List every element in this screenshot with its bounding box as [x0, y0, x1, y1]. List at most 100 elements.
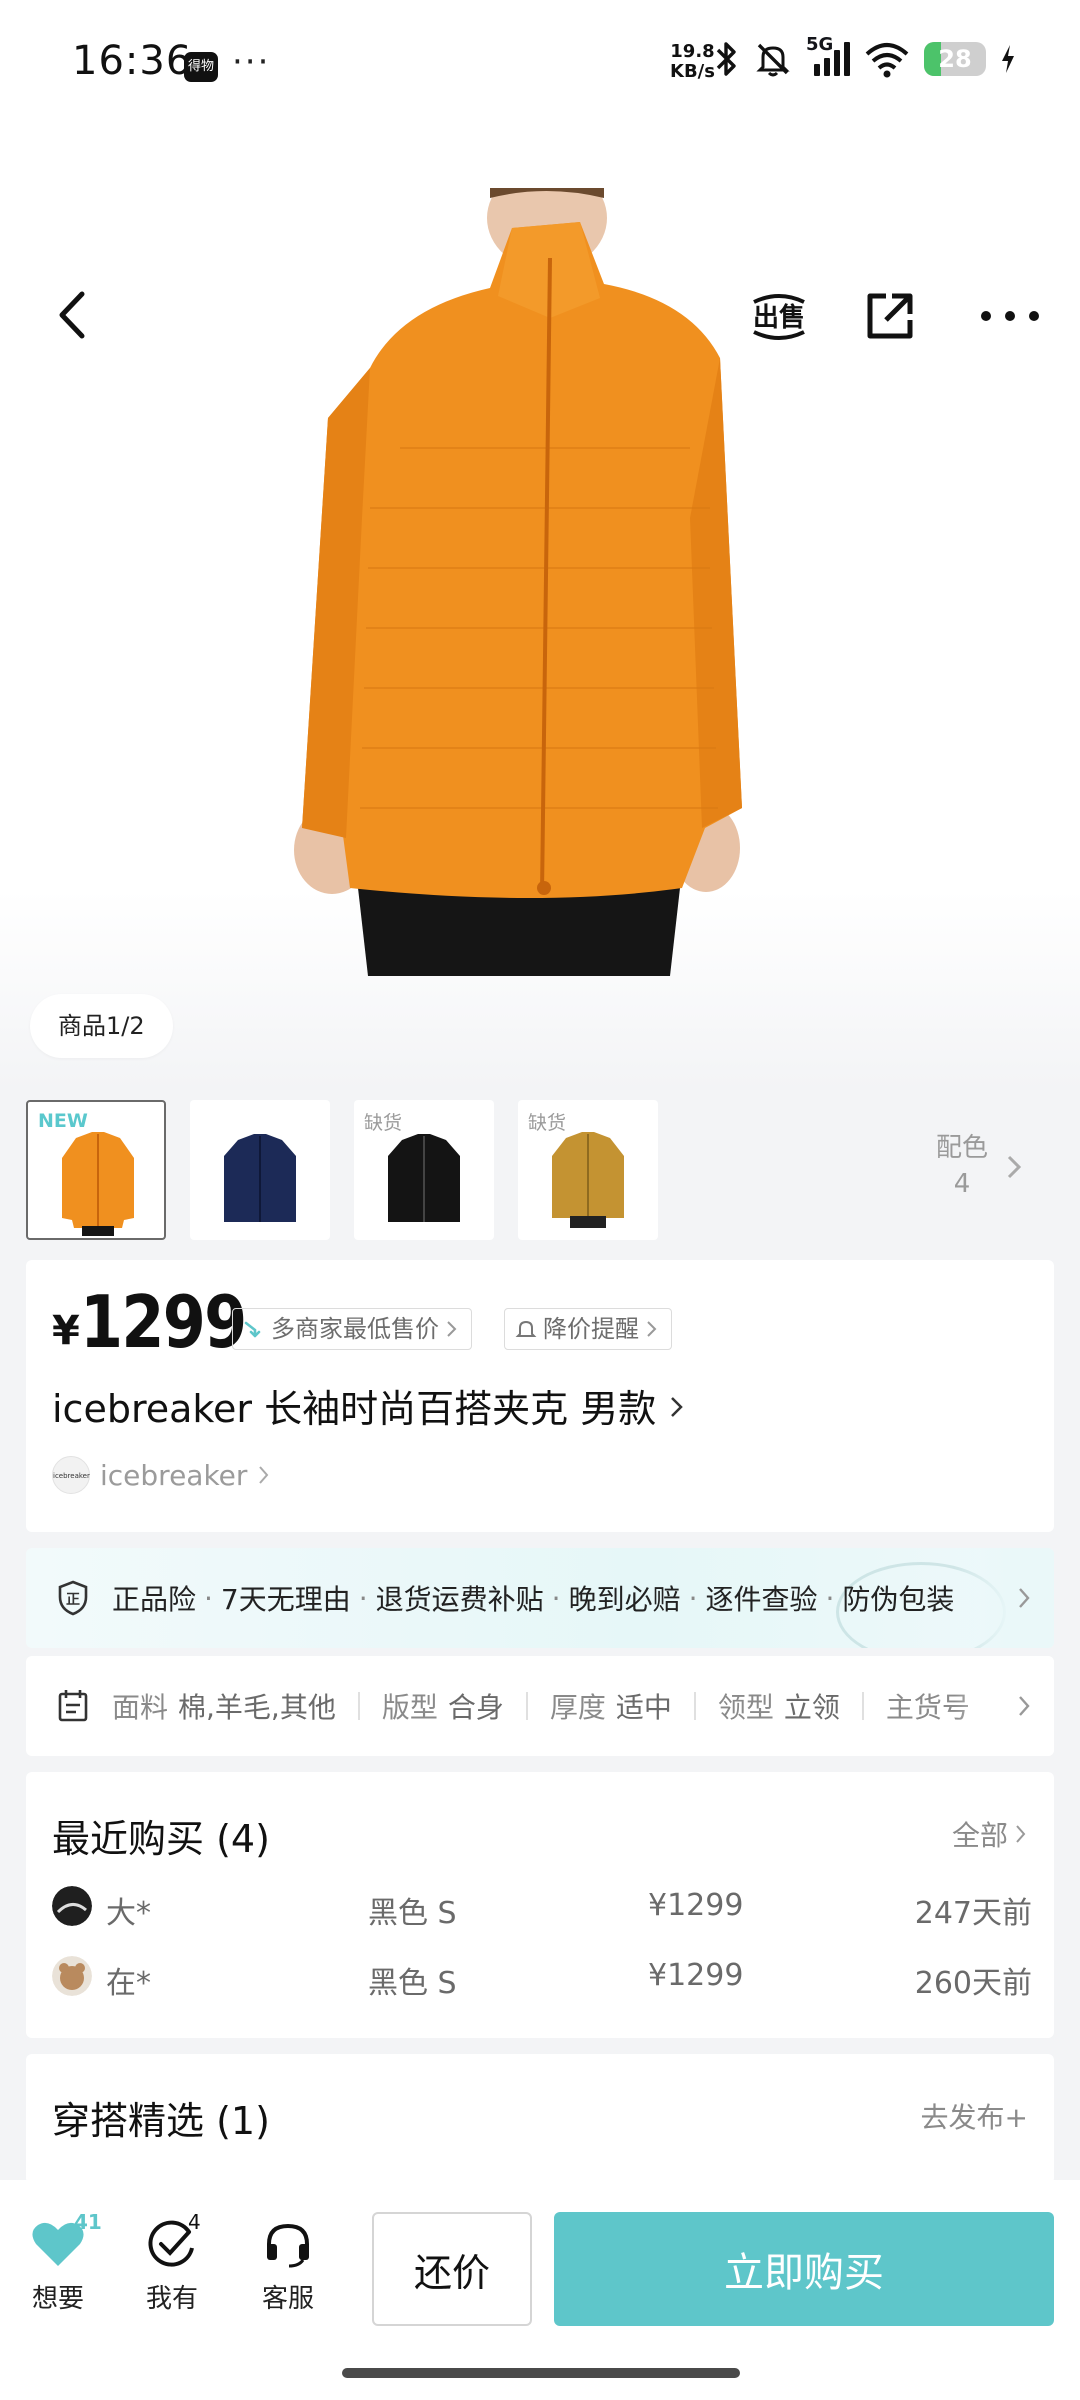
have-button[interactable]: 4 我有: [132, 2210, 212, 2315]
divider: [357, 1692, 360, 1720]
trend-down-icon: [244, 1321, 261, 1338]
color-variant-navy[interactable]: [190, 1100, 330, 1240]
color-variant-black[interactable]: 缺货: [354, 1100, 494, 1240]
product-detail-page: 16:36 得物 ··· 19.8 KB/s 5G 28 出售 商品1/2 NE…: [0, 0, 1080, 2400]
fade-overlay: [954, 1548, 1054, 1648]
guarantee-item: 退货运费补贴: [375, 1583, 544, 1616]
purchase-price: ¥1299: [648, 1958, 744, 1993]
guarantee-item: 晚到必赔: [568, 1583, 681, 1616]
have-count: 4: [188, 2210, 201, 2234]
back-button[interactable]: [48, 280, 98, 350]
network-speed-value: 19.8: [670, 41, 715, 62]
customer-service-button[interactable]: 客服: [248, 2220, 328, 2315]
price-info-card: ¥ 1299 多商家最低售价 降价提醒 icebreaker 长袖时尚百搭夹克 …: [26, 1260, 1054, 1532]
bottom-action-bar: 41 想要 4 我有 客服 还价 立即购买: [0, 2180, 1080, 2400]
more-notifications-icon: ···: [232, 42, 271, 82]
have-label: 我有: [145, 2284, 198, 2314]
product-image-carousel[interactable]: 出售: [0, 132, 1080, 1090]
brand-link[interactable]: icebreaker icebreaker: [52, 1456, 271, 1494]
separator-dot: ·: [551, 1581, 561, 1615]
recent-purchases-title: 最近购买 (4): [52, 1817, 270, 1861]
network-type: 5G: [806, 34, 834, 55]
guarantee-item: 防伪包装: [842, 1583, 955, 1616]
publish-outfit-link[interactable]: 去发布+: [921, 2096, 1028, 2136]
jacket-thumb-icon: [62, 1132, 134, 1236]
view-all-purchases-link[interactable]: 全部: [952, 1814, 1028, 1854]
share-button[interactable]: [862, 288, 918, 344]
jacket-thumb-icon: [388, 1134, 460, 1222]
divider: [525, 1692, 528, 1720]
image-page-indicator: 商品1/2: [30, 994, 173, 1058]
avatar: [52, 1956, 92, 1996]
sell-button[interactable]: 出售: [744, 288, 814, 346]
guarantee-item: 7天无理由: [220, 1583, 351, 1616]
cellular-signal-icon: 5G: [806, 34, 850, 78]
lowest-price-tag[interactable]: 多商家最低售价: [232, 1308, 472, 1350]
product-title[interactable]: icebreaker 长袖时尚百搭夹克 男款: [52, 1378, 686, 1433]
attribute-value: 合身: [447, 1691, 504, 1724]
color-variant-orange[interactable]: NEW: [26, 1100, 166, 1240]
price-alert-label: 降价提醒: [543, 1315, 639, 1343]
attribute-key: 版型: [381, 1691, 438, 1724]
attribute-value: 适中: [615, 1691, 672, 1724]
outfit-title: 穿搭精选 (1): [52, 2099, 270, 2143]
status-icons: 5G 28: [714, 34, 1016, 78]
product-price: 1299: [80, 1280, 247, 1364]
chevron-right-icon: [1019, 1696, 1030, 1716]
network-speed-unit: KB/s: [670, 61, 715, 82]
color-count-label: 配色: [936, 1133, 989, 1163]
bluetooth-icon: [714, 40, 740, 78]
brand-logo: icebreaker: [52, 1456, 90, 1494]
buy-now-button[interactable]: 立即购买: [554, 2212, 1054, 2326]
color-count-value: 4: [953, 1169, 971, 1199]
buyer-name: 大*: [106, 1896, 151, 1931]
purchase-time: 260天前: [914, 1966, 1032, 2001]
product-title-text: icebreaker 长袖时尚百搭夹克 男款: [52, 1387, 657, 1431]
fade-overlay: [954, 1656, 1054, 1756]
guarantee-item: 逐件查验: [705, 1583, 818, 1616]
chevron-right-icon: [1016, 1825, 1026, 1843]
want-button[interactable]: 41 想要: [18, 2210, 102, 2315]
bargain-button[interactable]: 还价: [372, 2212, 532, 2326]
jacket-thumb-icon: [552, 1132, 624, 1228]
recent-purchases-card: 最近购买 (4) 全部 大* 黑色 S ¥1299 247天前 在* 黑色 S …: [26, 1772, 1054, 2038]
purchase-time: 247天前: [914, 1896, 1032, 1931]
divider: [861, 1692, 864, 1720]
color-count-button[interactable]: 配色 4: [936, 1130, 988, 1202]
currency-symbol: ¥: [52, 1308, 80, 1354]
headset-icon: [267, 2223, 309, 2268]
purchase-row: 大* 黑色 S ¥1299 247天前: [52, 1884, 1032, 1931]
chevron-right-icon: [447, 1321, 457, 1337]
purchase-spec: 黑色 S: [368, 1896, 457, 1931]
bell-icon: [515, 1320, 537, 1337]
separator-dot: ·: [688, 1581, 698, 1615]
separator-dot: ·: [358, 1581, 368, 1615]
battery-icon: 28: [924, 42, 986, 76]
service-guarantee-strip[interactable]: 正 正品险 · 7天无理由 · 退货运费补贴 · 晚到必赔 · 逐件查验 · 防…: [26, 1548, 1054, 1648]
buyer-name: 在*: [106, 1966, 151, 2001]
svg-text:正: 正: [66, 1592, 80, 1608]
attribute-list: 面料 棉,羊毛,其他 版型 合身 厚度 适中 领型 立领 主货号: [56, 1656, 980, 1756]
attribute-value: 立领: [783, 1691, 840, 1724]
chevron-right-icon: [1019, 1588, 1030, 1608]
want-label: 想要: [31, 2284, 84, 2314]
shield-icon: 正: [58, 1580, 88, 1616]
more-options-button[interactable]: [978, 294, 1042, 338]
purchase-price: ¥1299: [648, 1888, 744, 1923]
color-variant-list: NEW 缺货 缺货: [26, 1100, 1056, 1242]
color-variant-mustard[interactable]: 缺货: [518, 1100, 658, 1240]
guarantee-list: 正 正品险 · 7天无理由 · 退货运费补贴 · 晚到必赔 · 逐件查验 · 防…: [56, 1548, 954, 1648]
view-all-label: 全部: [951, 1819, 1008, 1852]
want-count: 41: [74, 2210, 102, 2234]
chevron-right-icon: [1007, 1155, 1022, 1179]
attribute-key: 面料: [112, 1691, 169, 1724]
clock: 16:36: [72, 38, 193, 84]
purchase-row: 在* 黑色 S ¥1299 260天前: [52, 1954, 1032, 2001]
home-indicator[interactable]: [342, 2368, 740, 2378]
separator-dot: ·: [204, 1581, 213, 1615]
status-bar: 16:36 得物 ··· 19.8 KB/s 5G 28: [0, 0, 1080, 132]
avatar: [52, 1886, 92, 1926]
battery-level: 28: [938, 45, 972, 73]
product-attributes-strip[interactable]: 面料 棉,羊毛,其他 版型 合身 厚度 适中 领型 立领 主货号: [26, 1656, 1054, 1756]
price-alert-button[interactable]: 降价提醒: [504, 1308, 672, 1350]
